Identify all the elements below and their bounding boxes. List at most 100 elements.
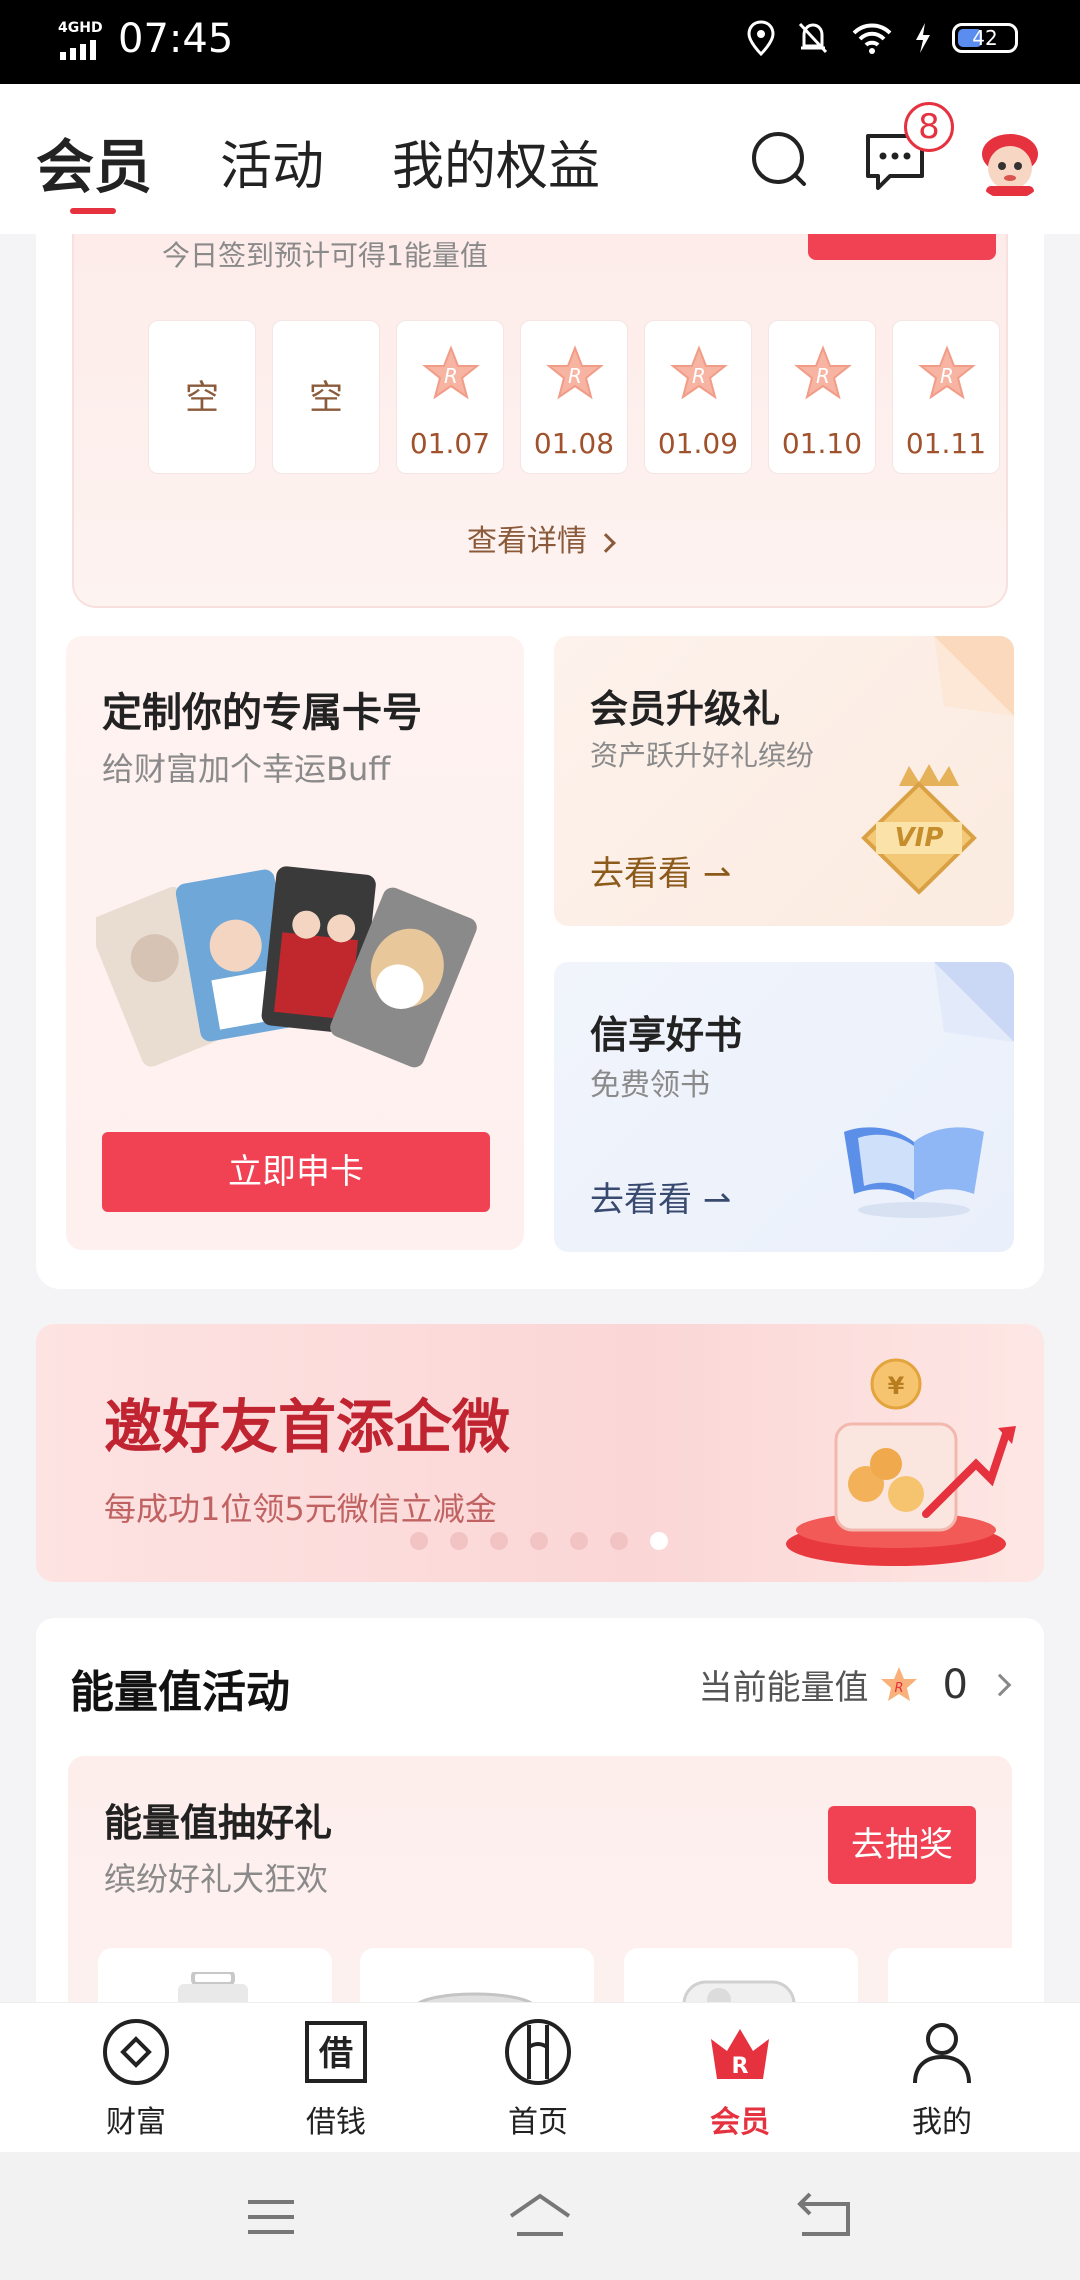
current-energy-link[interactable]: 当前能量值 R 0 bbox=[698, 1660, 1012, 1709]
battery-icon: 42 bbox=[952, 23, 1018, 53]
svg-text:R: R bbox=[816, 364, 830, 388]
prize-item[interactable] bbox=[888, 1948, 1012, 2002]
energy-section-title: 能量值活动 bbox=[70, 1667, 290, 1718]
nav-item-profile[interactable]: 我的 bbox=[872, 2017, 1012, 2141]
custom-card-title: 定制你的专属卡号 bbox=[102, 690, 422, 736]
energy-star-icon: R bbox=[880, 1666, 917, 1701]
svg-text:借: 借 bbox=[318, 2034, 353, 2074]
pagination-dot bbox=[530, 1532, 548, 1550]
checkin-button[interactable] bbox=[808, 234, 996, 260]
system-home-icon[interactable] bbox=[505, 2182, 575, 2252]
charging-icon bbox=[916, 23, 930, 53]
tab-member[interactable]: 会员 bbox=[36, 120, 152, 204]
prize-item[interactable] bbox=[98, 1948, 332, 2002]
nav-label: 会员 bbox=[710, 2105, 770, 2140]
day-date: 01.10 bbox=[781, 427, 863, 460]
home-icon bbox=[505, 2019, 571, 2085]
current-energy-value: 0 bbox=[942, 1661, 968, 1708]
view-details-label: 查看详情 bbox=[467, 524, 587, 559]
location-icon bbox=[747, 20, 775, 56]
wifi-icon bbox=[852, 23, 892, 54]
day-date: 01.09 bbox=[657, 427, 739, 460]
lottery-title: 能量值抽好礼 bbox=[104, 1801, 333, 1845]
nav-label: 首页 bbox=[508, 2105, 568, 2140]
free-book-subtitle: 免费领书 bbox=[590, 1068, 710, 1103]
nav-label: 借钱 bbox=[306, 2105, 366, 2140]
energy-star-icon: R bbox=[794, 345, 852, 400]
member-upgrade-card[interactable]: 会员升级礼 资产跃升好礼缤纷 去看看 ⇀ VIP bbox=[554, 636, 1014, 926]
profile-icon bbox=[913, 2023, 971, 2084]
checkin-day-2: 空 bbox=[272, 320, 380, 474]
checkin-card: 今日签到预计可得1能量值 空 空 R 01.07 R 01.08 R 01.09… bbox=[72, 234, 1008, 608]
draw-lottery-button[interactable]: 去抽奖 bbox=[828, 1806, 976, 1884]
status-time: 07:45 bbox=[118, 16, 234, 62]
battery-level: 42 bbox=[972, 26, 998, 50]
pagination-dot bbox=[450, 1532, 468, 1550]
pagination-dot-active bbox=[650, 1532, 668, 1550]
nav-item-member[interactable]: R 会员 bbox=[670, 2017, 810, 2141]
free-book-card[interactable]: 信享好书 免费领书 去看看 ⇀ bbox=[554, 962, 1014, 1252]
nav-item-borrow[interactable]: 借 借钱 bbox=[266, 2017, 406, 2141]
member-crown-icon: R bbox=[711, 2029, 769, 2079]
day-empty-label: 空 bbox=[185, 378, 219, 418]
invite-friend-banner[interactable]: 邀好友首添企微 每成功1位领5元微信立减金 ¥ bbox=[36, 1324, 1044, 1582]
day-empty-label: 空 bbox=[309, 378, 343, 418]
prize-item[interactable] bbox=[360, 1948, 594, 2002]
menu-icon[interactable] bbox=[236, 2182, 306, 2252]
main-content: 今日签到预计可得1能量值 空 空 R 01.07 R 01.08 R 01.09… bbox=[0, 234, 1080, 2002]
tab-my-benefits[interactable]: 我的权益 bbox=[392, 124, 600, 199]
current-energy-label: 当前能量值 bbox=[698, 1668, 869, 1708]
checkin-day-1: 空 bbox=[148, 320, 256, 474]
svg-text:¥: ¥ bbox=[888, 1372, 905, 1400]
nav-label: 我的 bbox=[912, 2105, 972, 2140]
apply-card-button[interactable]: 立即申卡 bbox=[102, 1132, 490, 1212]
message-count-badge: 8 bbox=[904, 102, 954, 152]
mascot-avatar[interactable] bbox=[972, 124, 1048, 200]
network-type: 4GHD bbox=[58, 20, 103, 36]
lottery-subtitle: 缤纷好礼大狂欢 bbox=[104, 1860, 329, 1898]
corner-fold-decoration bbox=[934, 636, 1014, 716]
energy-star-icon: R bbox=[670, 345, 728, 400]
cellular-signal-icon: 4GHD bbox=[58, 20, 106, 60]
custom-card-subtitle: 给财富加个幸运Buff bbox=[102, 750, 391, 788]
energy-lottery-card[interactable]: 能量值抽好礼 缤纷好礼大狂欢 去抽奖 bbox=[68, 1756, 1012, 2002]
vip-diamond-icon: VIP bbox=[861, 764, 977, 895]
prize-item[interactable] bbox=[624, 1948, 858, 2002]
day-date: 01.07 bbox=[409, 427, 491, 460]
svg-text:R: R bbox=[940, 364, 954, 388]
svg-text:R: R bbox=[568, 364, 582, 388]
search-icon[interactable] bbox=[748, 128, 812, 192]
svg-text:R: R bbox=[894, 1681, 903, 1696]
back-icon[interactable] bbox=[790, 2182, 860, 2252]
view-details-link[interactable]: 查看详情 bbox=[74, 516, 1006, 560]
borrow-icon: 借 bbox=[305, 2021, 367, 2083]
vip-badge-text: VIP bbox=[895, 823, 944, 853]
custom-card-number-card[interactable]: 定制你的专属卡号 给财富加个幸运Buff 立即申卡 bbox=[66, 636, 524, 1250]
chevron-right-icon bbox=[596, 532, 616, 553]
svg-text:R: R bbox=[732, 2054, 749, 2079]
open-book-icon bbox=[844, 1127, 984, 1218]
nav-item-wealth[interactable]: 财富 bbox=[66, 2017, 206, 2141]
checkin-tip: 今日签到预计可得1能量值 bbox=[162, 239, 488, 272]
free-book-link[interactable]: 去看看 ⇀ bbox=[590, 1172, 731, 1221]
checkin-day-6: R 01.10 bbox=[768, 320, 876, 474]
day-date: 01.08 bbox=[533, 427, 615, 460]
bank-cards-illustration bbox=[96, 866, 477, 1068]
day-date: 01.11 bbox=[905, 427, 987, 460]
member-upgrade-subtitle: 资产跃升好礼缤纷 bbox=[590, 739, 815, 772]
status-bar: 4GHD 07:45 42 bbox=[0, 0, 1080, 84]
chevron-right-icon bbox=[988, 1673, 1012, 1696]
checkin-day-7: R 01.11 bbox=[892, 320, 1000, 474]
member-upgrade-link[interactable]: 去看看 ⇀ bbox=[590, 846, 731, 895]
nav-item-home[interactable]: 首页 bbox=[468, 2017, 608, 2141]
nav-label: 财富 bbox=[106, 2105, 166, 2140]
svg-text:R: R bbox=[444, 364, 458, 388]
banner-pagination bbox=[410, 1532, 668, 1550]
pagination-dot bbox=[410, 1532, 428, 1550]
banner-title: 邀好友首添企微 bbox=[104, 1393, 511, 1461]
bottom-navigation: 财富 借 借钱 首页 R 会员 我的 bbox=[0, 2002, 1080, 2152]
tab-activity[interactable]: 活动 bbox=[220, 124, 324, 199]
member-upgrade-title: 会员升级礼 bbox=[590, 687, 781, 731]
active-tab-indicator bbox=[70, 208, 116, 214]
banner-subtitle: 每成功1位领5元微信立减金 bbox=[104, 1490, 497, 1528]
